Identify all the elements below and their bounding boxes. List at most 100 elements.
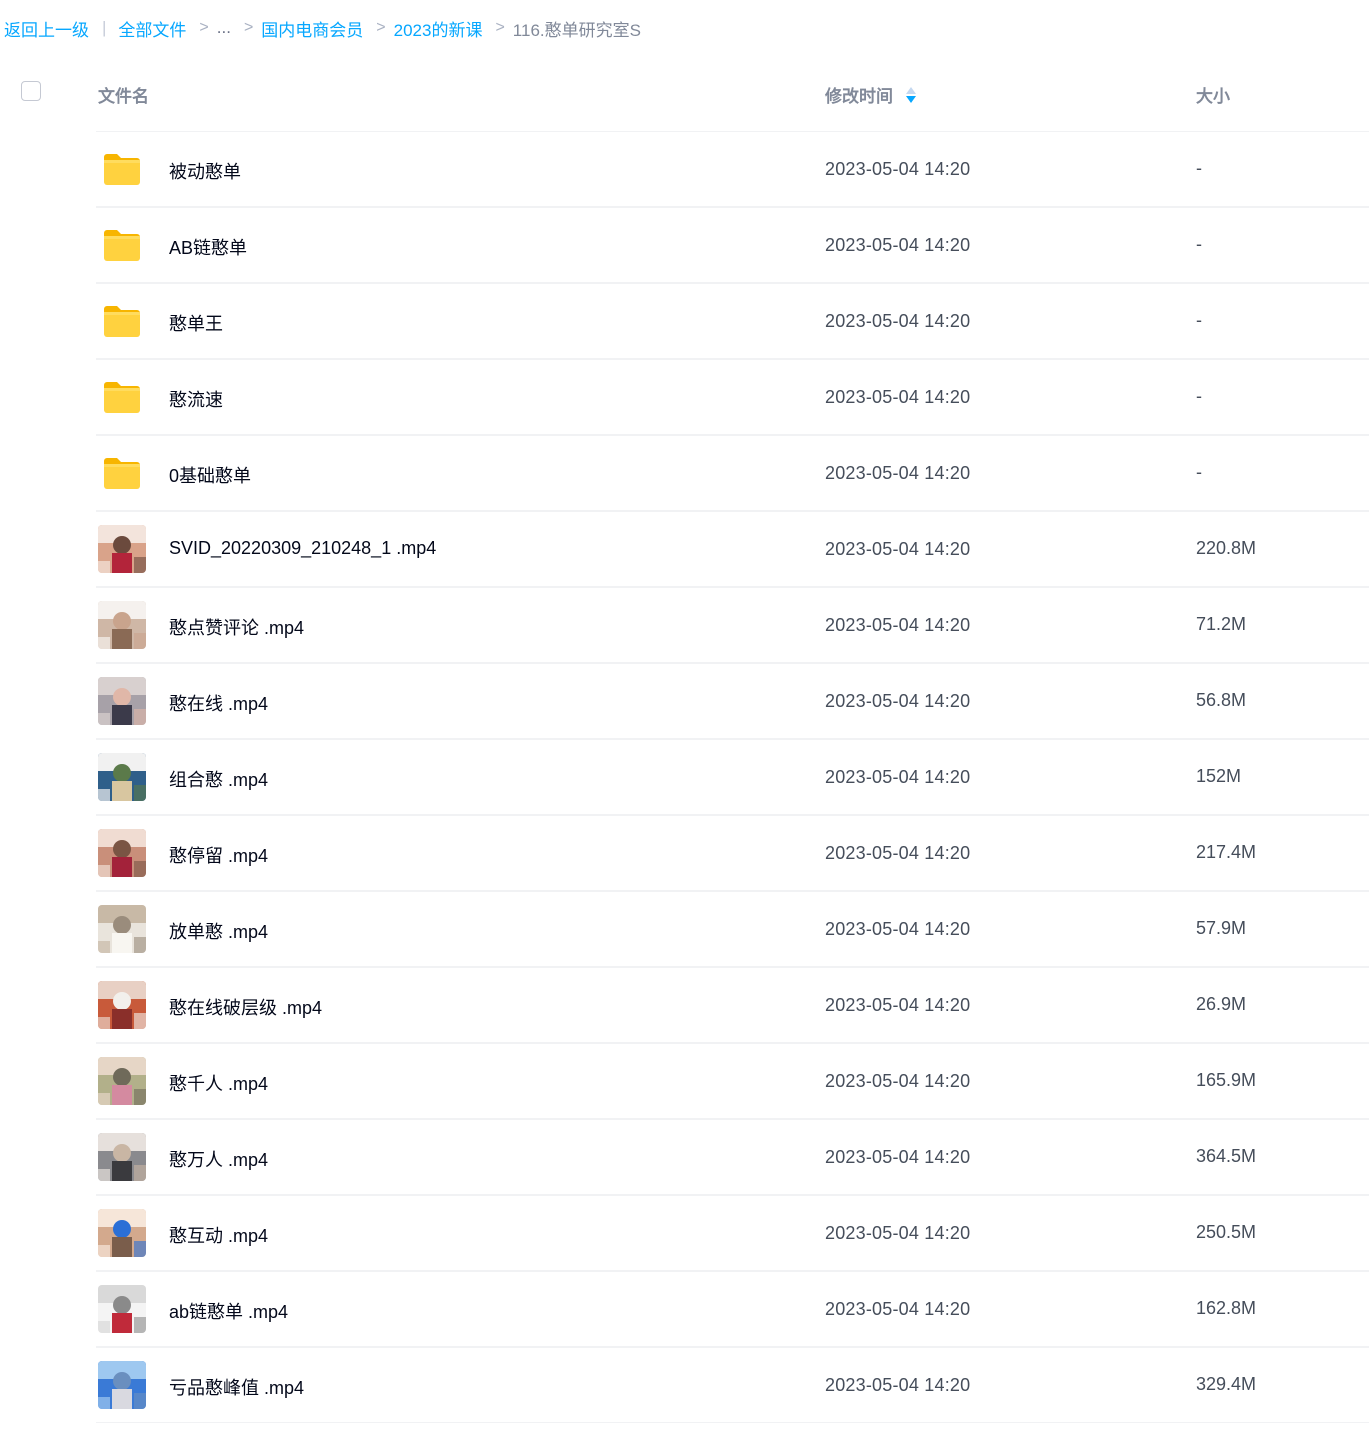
file-name[interactable]: 憨单王 — [169, 310, 223, 336]
file-row[interactable]: 憨点赞评论 .mp4 2023-05-04 14:20 71.2M — [0, 587, 1369, 663]
modified-time: 2023-05-04 14:20 — [825, 767, 971, 787]
file-name[interactable]: 憨万人 .mp4 — [169, 1146, 268, 1172]
file-name[interactable]: 放单憨 .mp4 — [169, 918, 268, 944]
breadcrumb-level2[interactable]: 2023的新课 — [394, 16, 483, 41]
file-list: 被动憨单 2023-05-04 14:20 - AB链憨单 2023-05-04 14… — [0, 131, 1369, 1423]
modified-time: 2023-05-04 14:20 — [825, 1375, 971, 1395]
video-thumbnail — [98, 1361, 146, 1409]
folder-row[interactable]: AB链憨单 2023-05-04 14:20 - — [0, 207, 1369, 283]
file-row[interactable]: 组合憨 .mp4 2023-05-04 14:20 152M — [0, 739, 1369, 815]
select-all-checkbox[interactable] — [21, 81, 41, 101]
video-thumbnail — [98, 753, 146, 801]
modified-time: 2023-05-04 14:20 — [825, 919, 971, 939]
file-name[interactable]: 憨停留 .mp4 — [169, 842, 268, 868]
file-size: 220.8M — [1196, 538, 1257, 558]
file-name[interactable]: SVID_20220309_210248_1 .mp4 — [169, 538, 436, 559]
video-thumbnail — [98, 677, 146, 725]
modified-time: 2023-05-04 14:20 — [825, 1071, 971, 1091]
modified-time: 2023-05-04 14:20 — [825, 995, 971, 1015]
file-name[interactable]: 憨流速 — [169, 386, 223, 412]
breadcrumb-level1[interactable]: 国内电商会员 — [261, 16, 363, 41]
video-thumbnail — [98, 829, 146, 877]
modified-time: 2023-05-04 14:20 — [825, 691, 971, 711]
breadcrumb-ellipsis[interactable]: ... — [217, 18, 231, 38]
file-row[interactable]: 憨互动 .mp4 2023-05-04 14:20 250.5M — [0, 1195, 1369, 1271]
file-row[interactable]: 憨在线 .mp4 2023-05-04 14:20 56.8M — [0, 663, 1369, 739]
file-size: 217.4M — [1196, 842, 1257, 862]
modified-time: 2023-05-04 14:20 — [825, 311, 971, 331]
breadcrumb-separator: > — [199, 19, 209, 36]
modified-time: 2023-05-04 14:20 — [825, 387, 971, 407]
file-row[interactable]: 憨在线破层级 .mp4 2023-05-04 14:20 26.9M — [0, 967, 1369, 1043]
modified-time: 2023-05-04 14:20 — [825, 539, 971, 559]
video-thumbnail — [98, 525, 146, 573]
modified-time: 2023-05-04 14:20 — [825, 615, 971, 635]
file-name[interactable]: 被动憨单 — [169, 158, 241, 184]
file-row[interactable]: SVID_20220309_210248_1 .mp4 2023-05-04 14… — [0, 511, 1369, 587]
file-row[interactable]: 憨万人 .mp4 2023-05-04 14:20 364.5M — [0, 1119, 1369, 1195]
folder-icon — [98, 221, 146, 269]
modified-time: 2023-05-04 14:20 — [825, 1299, 971, 1319]
file-size: 364.5M — [1196, 1146, 1257, 1166]
folder-row[interactable]: 被动憨单 2023-05-04 14:20 - — [0, 131, 1369, 207]
breadcrumb-all-files[interactable]: 全部文件 — [118, 16, 186, 41]
breadcrumb: 返回上一级 | 全部文件 > ... > 国内电商会员 > 2023的新课 > … — [4, 16, 641, 40]
file-name[interactable]: 憨点赞评论 .mp4 — [169, 614, 304, 640]
folder-row[interactable]: 憨单王 2023-05-04 14:20 - — [0, 283, 1369, 359]
video-thumbnail — [98, 981, 146, 1029]
file-size: 152M — [1196, 766, 1242, 786]
folder-row[interactable]: 憨流速 2023-05-04 14:20 - — [0, 359, 1369, 435]
file-row[interactable]: 憨停留 .mp4 2023-05-04 14:20 217.4M — [0, 815, 1369, 891]
file-size: - — [1196, 234, 1202, 254]
folder-icon — [98, 297, 146, 345]
folder-icon — [98, 145, 146, 193]
video-thumbnail — [98, 1209, 146, 1257]
modified-time: 2023-05-04 14:20 — [825, 1223, 971, 1243]
file-size: 56.8M — [1196, 690, 1247, 710]
breadcrumb-current: 116.憨单研究室S — [512, 20, 641, 40]
file-size: 165.9M — [1196, 1070, 1257, 1090]
video-thumbnail — [98, 1285, 146, 1333]
folder-icon — [98, 449, 146, 497]
back-link[interactable]: 返回上一级 — [4, 16, 89, 41]
file-size: 329.4M — [1196, 1374, 1257, 1394]
column-header-size[interactable]: 大小 — [1196, 82, 1230, 107]
sort-icon[interactable] — [906, 86, 916, 104]
file-row[interactable]: ab链憨单 .mp4 2023-05-04 14:20 162.8M — [0, 1271, 1369, 1347]
file-list-header: 文件名 修改时间 大小 — [0, 62, 1369, 126]
video-thumbnail — [98, 1057, 146, 1105]
file-name[interactable]: 亏品憨峰值 .mp4 — [169, 1374, 304, 1400]
file-name[interactable]: 憨在线破层级 .mp4 — [169, 994, 322, 1020]
modified-time: 2023-05-04 14:20 — [825, 463, 971, 483]
file-size: 162.8M — [1196, 1298, 1257, 1318]
file-row[interactable]: 憨千人 .mp4 2023-05-04 14:20 165.9M — [0, 1043, 1369, 1119]
column-header-time-label: 修改时间 — [825, 87, 893, 106]
breadcrumb-separator: > — [495, 19, 505, 36]
file-size: 71.2M — [1196, 614, 1247, 634]
file-name[interactable]: ab链憨单 .mp4 — [169, 1298, 288, 1324]
file-row[interactable]: 放单憨 .mp4 2023-05-04 14:20 57.9M — [0, 891, 1369, 967]
video-thumbnail — [98, 905, 146, 953]
file-size: 57.9M — [1196, 918, 1247, 938]
video-thumbnail — [98, 601, 146, 649]
column-header-time[interactable]: 修改时间 — [825, 82, 916, 107]
file-name[interactable]: 憨千人 .mp4 — [169, 1070, 268, 1096]
file-size: 250.5M — [1196, 1222, 1257, 1242]
column-header-name[interactable]: 文件名 — [98, 82, 149, 107]
file-row[interactable]: 亏品憨峰值 .mp4 2023-05-04 14:20 329.4M — [0, 1347, 1369, 1423]
file-size: - — [1196, 462, 1202, 482]
file-name[interactable]: AB链憨单 — [169, 234, 247, 260]
file-name[interactable]: 组合憨 .mp4 — [169, 766, 268, 792]
file-name[interactable]: 憨在线 .mp4 — [169, 690, 268, 716]
file-size: - — [1196, 310, 1202, 330]
modified-time: 2023-05-04 14:20 — [825, 159, 971, 179]
breadcrumb-divider: | — [102, 18, 107, 37]
file-name[interactable]: 0基础憨单 — [169, 462, 251, 488]
file-size: - — [1196, 158, 1202, 178]
folder-row[interactable]: 0基础憨单 2023-05-04 14:20 - — [0, 435, 1369, 511]
modified-time: 2023-05-04 14:20 — [825, 1147, 971, 1167]
file-size: 26.9M — [1196, 994, 1247, 1014]
breadcrumb-separator: > — [376, 19, 386, 36]
file-name[interactable]: 憨互动 .mp4 — [169, 1222, 268, 1248]
modified-time: 2023-05-04 14:20 — [825, 843, 971, 863]
